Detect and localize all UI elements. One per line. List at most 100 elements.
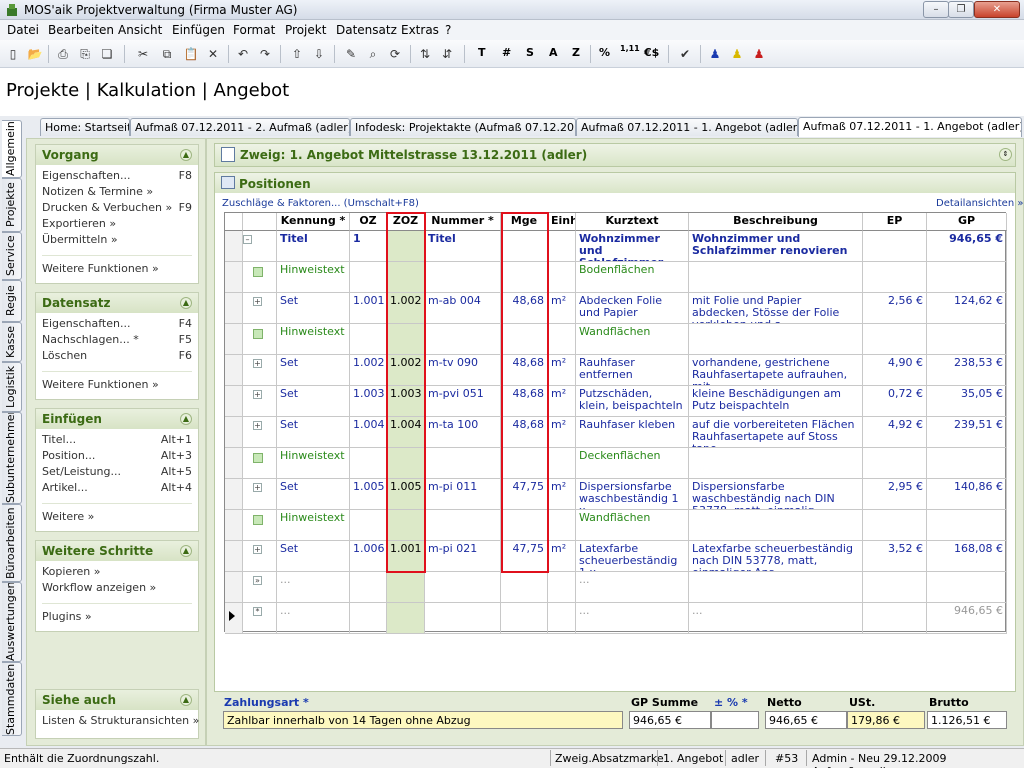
tree-node[interactable]: +: [243, 293, 277, 324]
cell-kurz[interactable]: Rauhfaser entfernen: [576, 355, 689, 386]
cell-kurz[interactable]: ...: [576, 603, 689, 634]
undo-icon[interactable]: ↶: [234, 45, 252, 63]
expand-node-icon[interactable]: +: [253, 297, 262, 306]
cell-zoz[interactable]: 1.002: [387, 293, 425, 324]
column-header-gp[interactable]: GP: [927, 213, 1007, 231]
cell-gp[interactable]: 124,62 €: [927, 293, 1007, 324]
cell-kurz[interactable]: Bodenflächen: [576, 262, 689, 293]
cell-kurz[interactable]: Deckenflächen: [576, 448, 689, 479]
cell-nummer[interactable]: m-ab 004: [425, 293, 501, 324]
sort-az-icon[interactable]: ⇅: [416, 45, 434, 63]
cell-nummer[interactable]: [425, 572, 501, 603]
table-row[interactable]: + Set 1.002 1.002 m-tv 090 48,68 m² Rauhfaser e…: [225, 355, 1007, 386]
cell-oz[interactable]: 1.006: [350, 541, 387, 572]
cell-einh[interactable]: [548, 572, 576, 603]
menu-help[interactable]: ?: [445, 23, 451, 37]
cell-kennung[interactable]: Titel: [277, 231, 350, 262]
cell-besch[interactable]: Dispersionsfarbe waschbeständig nach DIN…: [689, 479, 863, 510]
vtab-regie[interactable]: Regie: [2, 280, 22, 322]
cell-kennung[interactable]: Set: [277, 293, 350, 324]
cell-kennung[interactable]: Hinweistext: [277, 448, 350, 479]
cell-einh[interactable]: m²: [548, 541, 576, 572]
vtab-logistik[interactable]: Logistik: [2, 362, 22, 412]
tree-node[interactable]: [243, 324, 277, 355]
link-titel[interactable]: Titel... Alt+1: [42, 433, 192, 449]
link-position[interactable]: Position... Alt+3: [42, 449, 192, 465]
cell-mge[interactable]: [501, 603, 548, 634]
cell-ep[interactable]: 2,56 €: [863, 293, 927, 324]
cell-kurz[interactable]: Dispersionsfarbe waschbeständig 1 x: [576, 479, 689, 510]
delete-icon[interactable]: ✕: [204, 45, 222, 63]
link-weitere-funktionen-ds[interactable]: Weitere Funktionen »: [42, 371, 192, 393]
open-icon[interactable]: 📂: [26, 45, 44, 63]
cell-gp[interactable]: 239,51 €: [927, 417, 1007, 448]
table-row[interactable]: Hinweistext Deckenflächen: [225, 448, 1007, 479]
redo-icon[interactable]: ↷: [256, 45, 274, 63]
cell-gp[interactable]: 238,53 €: [927, 355, 1007, 386]
table-row[interactable]: + Set 1.005 1.005 m-pi 011 47,75 m² Dispersions…: [225, 479, 1007, 510]
table-row[interactable]: + Set 1.003 1.003 m-pvi 051 48,68 m² Putzschäde…: [225, 386, 1007, 417]
tree-node[interactable]: *: [243, 603, 277, 634]
cell-zoz[interactable]: 1.001: [387, 541, 425, 572]
link-plugins[interactable]: Plugins »: [42, 603, 192, 625]
minimize-button[interactable]: –: [923, 1, 949, 18]
cell-ep[interactable]: 0,72 €: [863, 386, 927, 417]
new-icon[interactable]: ▯: [4, 45, 22, 63]
collapse-icon[interactable]: ▲: [180, 413, 192, 425]
cell-ep[interactable]: 4,92 €: [863, 417, 927, 448]
format-z-button[interactable]: Z: [572, 46, 580, 59]
zahlungsart-field[interactable]: Zahlbar innerhalb von 14 Tagen ohne Abzu…: [223, 711, 623, 729]
cell-kurz[interactable]: ...: [576, 572, 689, 603]
cell-oz[interactable]: [350, 262, 387, 293]
paste-icon[interactable]: 📋: [182, 45, 200, 63]
cell-besch[interactable]: auf die vorbereiteten Flächen Rauhfasert…: [689, 417, 863, 448]
move-up-icon[interactable]: ⇧: [288, 45, 306, 63]
edit-icon[interactable]: ✎: [342, 45, 360, 63]
cell-besch[interactable]: mit Folie und Papier abdecken, Stösse de…: [689, 293, 863, 324]
column-header-ep[interactable]: EP: [863, 213, 927, 231]
cell-gp[interactable]: 140,86 €: [927, 479, 1007, 510]
link-drucken[interactable]: Drucken & Verbuchen » F9: [42, 201, 192, 217]
cell-oz[interactable]: [350, 572, 387, 603]
cell-besch[interactable]: Latexfarbe scheuerbeständig nach DIN 537…: [689, 541, 863, 572]
cell-kennung[interactable]: Set: [277, 355, 350, 386]
cell-kennung[interactable]: Set: [277, 417, 350, 448]
column-header-oz[interactable]: OZ: [350, 213, 387, 231]
cell-zoz[interactable]: 1.004: [387, 417, 425, 448]
decimal-button[interactable]: 1,11: [620, 44, 640, 53]
cell-zoz[interactable]: [387, 262, 425, 293]
tree-node[interactable]: [243, 448, 277, 479]
close-window-button[interactable]: ✕: [974, 1, 1020, 18]
cell-oz[interactable]: 1: [350, 231, 387, 262]
cell-oz[interactable]: 1.003: [350, 386, 387, 417]
row-selector[interactable]: [225, 231, 243, 262]
menu-einfuegen[interactable]: Einfügen: [172, 23, 225, 37]
cell-nummer[interactable]: m-pvi 051: [425, 386, 501, 417]
cell-kennung[interactable]: Set: [277, 386, 350, 417]
cell-besch[interactable]: [689, 262, 863, 293]
cell-zoz[interactable]: [387, 324, 425, 355]
menu-bearbeiten[interactable]: Bearbeiten: [48, 23, 114, 37]
cell-zoz[interactable]: [387, 572, 425, 603]
collapse-node-icon[interactable]: –: [243, 235, 252, 244]
cell-einh[interactable]: [548, 448, 576, 479]
row-selector[interactable]: [225, 572, 243, 603]
tree-node[interactable]: +: [243, 541, 277, 572]
table-row[interactable]: + Set 1.004 1.004 m-ta 100 48,68 m² Rauhfaser k…: [225, 417, 1007, 448]
cell-oz[interactable]: 1.002: [350, 355, 387, 386]
cell-einh[interactable]: m²: [548, 479, 576, 510]
cell-ep[interactable]: [863, 262, 927, 293]
cell-oz[interactable]: 1.001: [350, 293, 387, 324]
format-hash-button[interactable]: #: [502, 46, 511, 59]
cell-kennung[interactable]: Hinweistext: [277, 324, 350, 355]
maximize-button[interactable]: ❐: [948, 1, 974, 18]
cell-kennung[interactable]: Hinweistext: [277, 262, 350, 293]
collapse-icon[interactable]: ▲: [180, 694, 192, 706]
cell-ep[interactable]: [863, 231, 927, 262]
vtab-stammdaten[interactable]: Stammdaten: [2, 662, 22, 736]
pct-field[interactable]: [711, 711, 759, 729]
row-selector[interactable]: [225, 324, 243, 355]
row-selector[interactable]: [225, 448, 243, 479]
cell-einh[interactable]: m²: [548, 293, 576, 324]
cell-mge[interactable]: 48,68: [501, 417, 548, 448]
